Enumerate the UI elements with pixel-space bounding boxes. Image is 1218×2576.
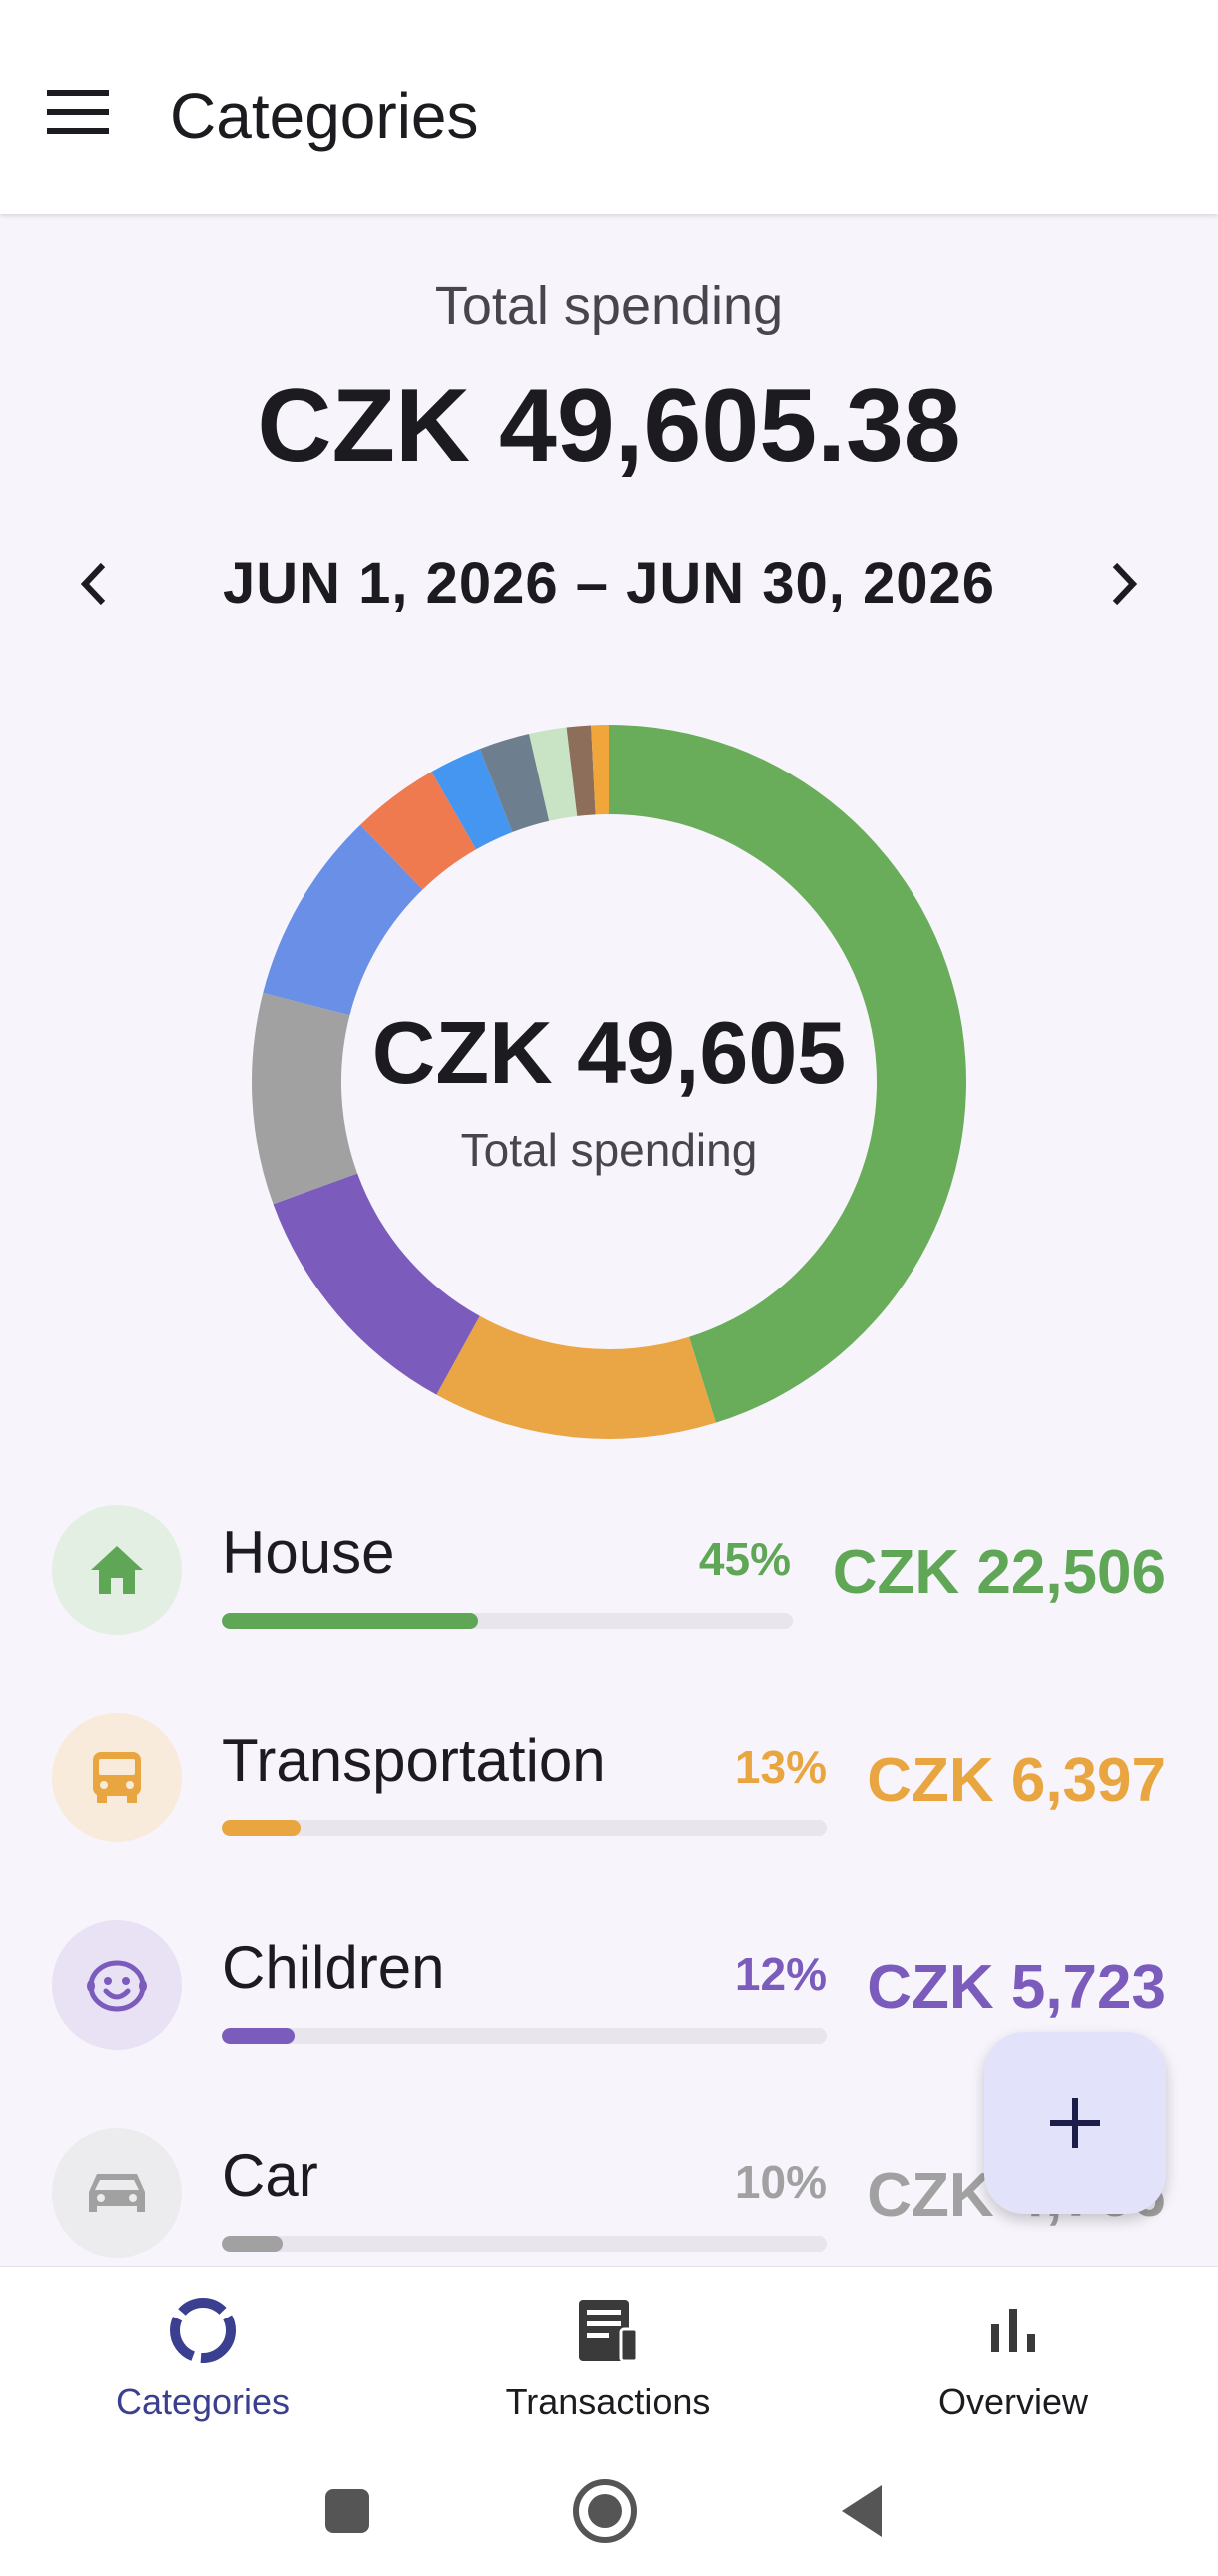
category-progress-fill (222, 2028, 295, 2044)
period-selector: JUN 1, 2026 – JUN 30, 2026 (0, 539, 1218, 629)
recents-icon (325, 2489, 369, 2533)
category-percent: 10% (734, 2156, 827, 2208)
add-transaction-button[interactable] (984, 2032, 1166, 2214)
category-row-transportation[interactable]: Transportation 13% CZK 6,397 (0, 1685, 1218, 1892)
donut-chart-icon (170, 2298, 236, 2363)
category-progress-fill (222, 1820, 301, 1836)
chevron-right-icon (1112, 562, 1138, 606)
system-navigation-bar (0, 2441, 1218, 2576)
app-bar: Categories (0, 0, 1218, 214)
home-icon (573, 2479, 637, 2543)
chevron-left-icon (80, 562, 106, 606)
donut-slice-2 (273, 1173, 480, 1395)
category-progress-track (222, 1613, 793, 1629)
category-progress-fill (222, 1613, 479, 1629)
category-amount: CZK 22,506 (832, 1538, 1166, 1607)
category-row-house[interactable]: House 45% CZK 22,506 (0, 1477, 1218, 1685)
period-range: JUN 1, 2026 – JUN 30, 2026 (222, 551, 996, 616)
bottom-navigation: Categories Transactions Overview (0, 2266, 1218, 2442)
donut-center-amount: CZK 49,605 (371, 1003, 847, 1102)
hamburger-menu-icon (47, 90, 109, 134)
category-percent: 45% (698, 1533, 791, 1585)
total-spending-amount: CZK 49,605.38 (257, 368, 961, 484)
car-icon (52, 2128, 182, 2258)
back-button[interactable] (813, 2461, 913, 2561)
category-percent: 13% (734, 1741, 827, 1793)
house-icon (52, 1505, 182, 1635)
nav-label: Overview (937, 2381, 1089, 2422)
home-button[interactable] (555, 2461, 655, 2561)
total-spending-label: Total spending (434, 276, 784, 336)
category-progress-track (222, 1820, 827, 1836)
recents-button[interactable] (298, 2461, 397, 2561)
category-progress-fill (222, 2236, 283, 2252)
donut-slice-1 (436, 1315, 716, 1439)
category-name: House (222, 1519, 395, 1586)
receipt-icon (579, 2300, 639, 2363)
category-progress-track (222, 2236, 827, 2252)
category-amount: CZK 5,723 (867, 1953, 1166, 2022)
menu-button[interactable] (30, 70, 126, 154)
category-amount: CZK 6,397 (867, 1746, 1166, 1814)
bus-icon (52, 1713, 182, 1842)
back-icon (842, 2485, 882, 2537)
nav-tab-transactions[interactable]: Transactions (405, 2267, 811, 2442)
previous-period-button[interactable] (50, 539, 140, 629)
nav-tab-overview[interactable]: Overview (811, 2267, 1216, 2442)
nav-label: Transactions (505, 2381, 711, 2422)
page-title: Categories (170, 80, 479, 152)
category-name: Transportation (222, 1727, 606, 1794)
next-period-button[interactable] (1078, 539, 1168, 629)
child-face-icon (52, 1920, 182, 2050)
bar-chart-icon (991, 2309, 1035, 2352)
category-progress-track (222, 2028, 827, 2044)
category-percent: 12% (734, 1948, 827, 2000)
plus-icon (1050, 2098, 1100, 2148)
category-name: Children (222, 1934, 445, 2001)
nav-label: Categories (115, 2381, 291, 2422)
donut-center-label: Total spending (460, 1124, 758, 1176)
nav-tab-categories[interactable]: Categories (0, 2267, 405, 2442)
category-name: Car (222, 2142, 318, 2209)
